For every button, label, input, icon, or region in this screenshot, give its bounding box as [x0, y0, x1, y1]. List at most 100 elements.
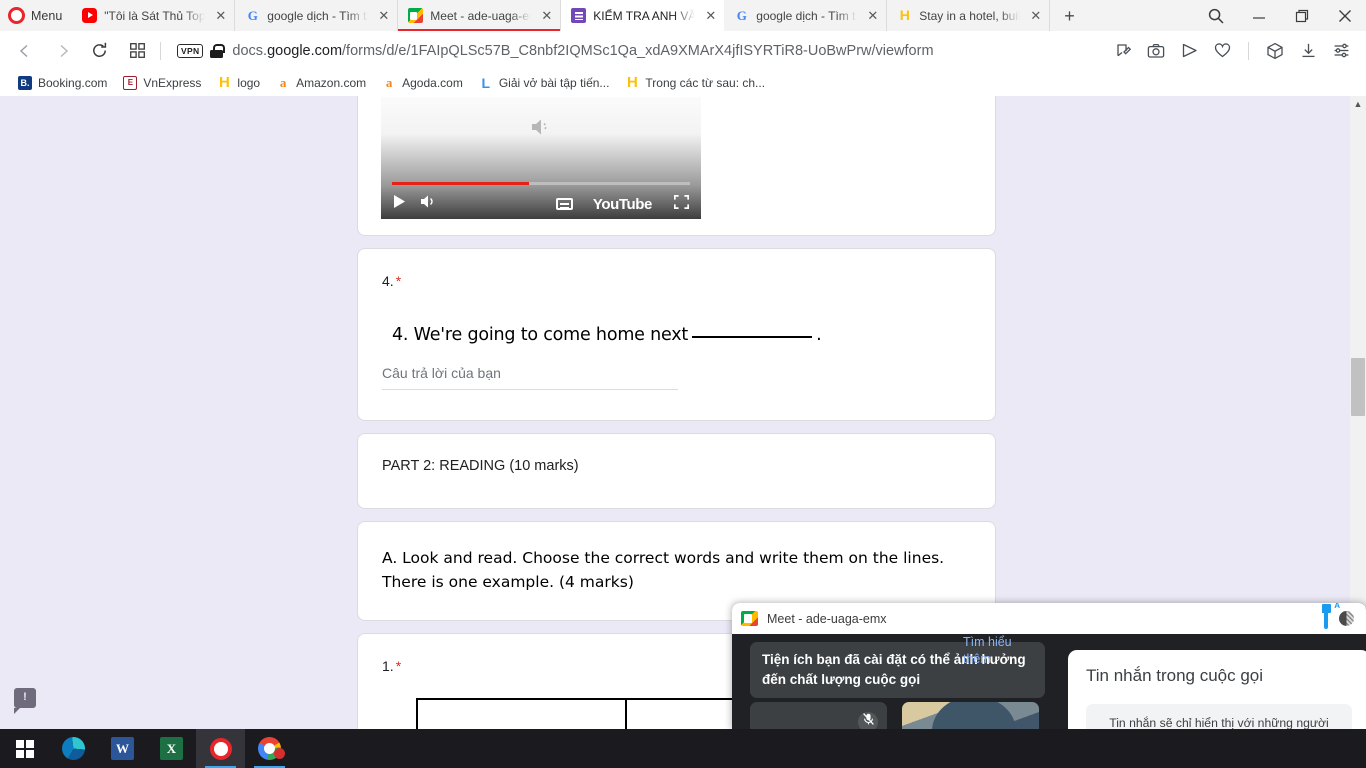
- edit-bookmark-icon[interactable]: [1108, 36, 1138, 66]
- booking-icon: B.: [18, 76, 32, 90]
- form-card-question-4: 4. * 4. We're going to come home next. Câ…: [357, 248, 996, 421]
- bookmark-vnexpress[interactable]: E VnExpress: [115, 76, 209, 90]
- section-title-part2: PART 2: READING (10 marks): [382, 458, 579, 474]
- easy-setup-icon[interactable]: [1326, 36, 1356, 66]
- captions-icon[interactable]: [555, 198, 573, 210]
- tab-close-icon[interactable]: ✕: [540, 9, 553, 22]
- meet-toast-learn-more-link[interactable]: Tìm hiểu thêm: [963, 634, 1025, 668]
- meet-self-tile[interactable]: [750, 702, 887, 730]
- screen: Menu "Tôi là Sát Thủ Top 1, N ✕ G google…: [0, 0, 1366, 768]
- excel-icon: X: [160, 737, 183, 760]
- address-bar-actions: [1108, 36, 1366, 66]
- meet-title-bar[interactable]: Meet - ade-uaga-emx A: [732, 603, 1366, 634]
- heart-icon[interactable]: [1207, 36, 1237, 66]
- amazon-icon: a: [279, 75, 287, 90]
- meet-participant-tile[interactable]: [902, 702, 1039, 730]
- opera-icon: [209, 737, 232, 760]
- snapshot-icon[interactable]: [1141, 36, 1171, 66]
- minimize-icon[interactable]: [1237, 0, 1280, 31]
- browser-tab-3-active[interactable]: KIỂM TRA ANH VĂN LỚ ✕: [561, 0, 725, 31]
- bookmark-amazon[interactable]: a Amazon.com: [268, 75, 374, 91]
- bookmark-label: Agoda.com: [402, 76, 463, 90]
- h-icon: H: [899, 7, 910, 23]
- fullscreen-icon[interactable]: [673, 194, 690, 214]
- question-number-text: 1.: [382, 658, 394, 674]
- mic-off-icon[interactable]: [858, 712, 878, 730]
- youtube-icon: [82, 8, 98, 23]
- bookmark-giai-vo-bai-tap[interactable]: L Giải vở bài tập tiến...: [471, 76, 618, 90]
- word-icon: W: [111, 737, 134, 760]
- contrast-icon[interactable]: [1339, 611, 1354, 626]
- bookmark-booking[interactable]: B. Booking.com: [10, 76, 115, 90]
- opera-button[interactable]: [196, 729, 245, 768]
- windows-logo-icon: [15, 739, 34, 758]
- google-forms-icon: [571, 8, 587, 23]
- excel-button[interactable]: X: [147, 729, 196, 768]
- opera-menu-button[interactable]: Menu: [0, 0, 72, 31]
- google-meet-icon: [741, 611, 758, 626]
- package-icon[interactable]: [1260, 36, 1290, 66]
- search-icon[interactable]: [1194, 0, 1237, 31]
- browser-tab-2[interactable]: Meet - ade-uaga-emx ✕: [398, 0, 562, 31]
- opera-logo-icon: [8, 7, 25, 24]
- url-text[interactable]: docs.google.com/forms/d/e/1FAIpQLSc57B_C…: [232, 43, 933, 59]
- google-icon: G: [247, 8, 258, 23]
- download-icon[interactable]: [1293, 36, 1323, 66]
- browser-tab-1[interactable]: G google dịch - Tìm trên ( ✕: [235, 0, 399, 31]
- edge-button[interactable]: [49, 729, 98, 768]
- browser-tab-0[interactable]: "Tôi là Sát Thủ Top 1, N ✕: [72, 0, 236, 31]
- tab-tiling-icon[interactable]: [122, 36, 152, 66]
- new-tab-button[interactable]: +: [1050, 7, 1089, 25]
- meet-chat-note: Tin nhắn sẽ chỉ hiển thị với những người…: [1086, 704, 1352, 730]
- start-button[interactable]: [0, 729, 49, 768]
- bookmark-logo[interactable]: H logo: [209, 75, 268, 90]
- address-bar: VPN docs.google.com/forms/d/e/1FAIpQLSc5…: [0, 31, 1366, 70]
- divider: [160, 41, 161, 60]
- tab-close-icon[interactable]: ✕: [214, 9, 227, 22]
- volume-muted-icon: [530, 117, 552, 142]
- chevron-up-icon[interactable]: ▲: [1350, 96, 1366, 112]
- answer-input[interactable]: Câu trả lời của bạn: [382, 365, 678, 390]
- tab-close-icon[interactable]: ✕: [1029, 9, 1042, 22]
- google-meet-icon: [408, 8, 424, 23]
- volume-icon[interactable]: [420, 194, 436, 214]
- forward-arrow-icon[interactable]: [48, 36, 78, 66]
- tab-close-icon[interactable]: ✕: [377, 9, 390, 22]
- notification-badge: [274, 748, 285, 759]
- meet-overlay-window[interactable]: Meet - ade-uaga-emx A Tiện ích bạn đã cà…: [732, 603, 1366, 730]
- required-asterisk: *: [395, 273, 402, 289]
- bookmark-trong-cac-tu-sau[interactable]: H Trong các từ sau: ch...: [617, 75, 773, 90]
- close-icon[interactable]: [1323, 0, 1366, 31]
- send-icon[interactable]: [1174, 36, 1204, 66]
- question-sentence: 4. We're going to come home next: [392, 325, 689, 345]
- tab-close-icon[interactable]: ✕: [704, 9, 717, 22]
- word-button[interactable]: W: [98, 729, 147, 768]
- maximize-icon[interactable]: [1280, 0, 1323, 31]
- instruction-text: A. Look and read. Choose the correct wor…: [382, 549, 945, 591]
- tab-close-icon[interactable]: ✕: [866, 9, 879, 22]
- scrollbar-thumb[interactable]: [1351, 358, 1365, 416]
- feedback-icon[interactable]: !: [14, 688, 36, 714]
- bookmark-label: Trong các từ sau: ch...: [645, 76, 766, 90]
- bookmark-label: Booking.com: [38, 76, 108, 90]
- youtube-player[interactable]: YouTube: [381, 97, 701, 219]
- windows-taskbar: W X: [0, 729, 1366, 768]
- window-controls: [1194, 0, 1366, 31]
- browser-tab-5[interactable]: H Stay in a hotel, build sa ✕: [887, 0, 1051, 31]
- lock-icon[interactable]: [210, 44, 225, 58]
- bookmark-agoda[interactable]: a Agoda.com: [374, 75, 471, 91]
- video-progress-bar[interactable]: [392, 182, 690, 185]
- tab-title: Meet - ade-uaga-emx: [430, 8, 533, 23]
- agoda-icon: a: [385, 75, 393, 90]
- tab-title: google dịch - Tìm trên (: [756, 8, 860, 23]
- back-arrow-icon[interactable]: [10, 36, 40, 66]
- required-asterisk: *: [395, 658, 402, 674]
- vpn-badge[interactable]: VPN: [177, 43, 204, 58]
- chrome-button[interactable]: [245, 729, 294, 768]
- picture-in-picture-icon[interactable]: A: [1324, 603, 1340, 629]
- browser-tab-4[interactable]: G google dịch - Tìm trên ( ✕: [724, 0, 888, 31]
- vnexpress-icon: E: [123, 76, 138, 90]
- reload-icon[interactable]: [84, 36, 114, 66]
- play-icon[interactable]: [393, 194, 406, 214]
- google-icon: G: [736, 8, 747, 23]
